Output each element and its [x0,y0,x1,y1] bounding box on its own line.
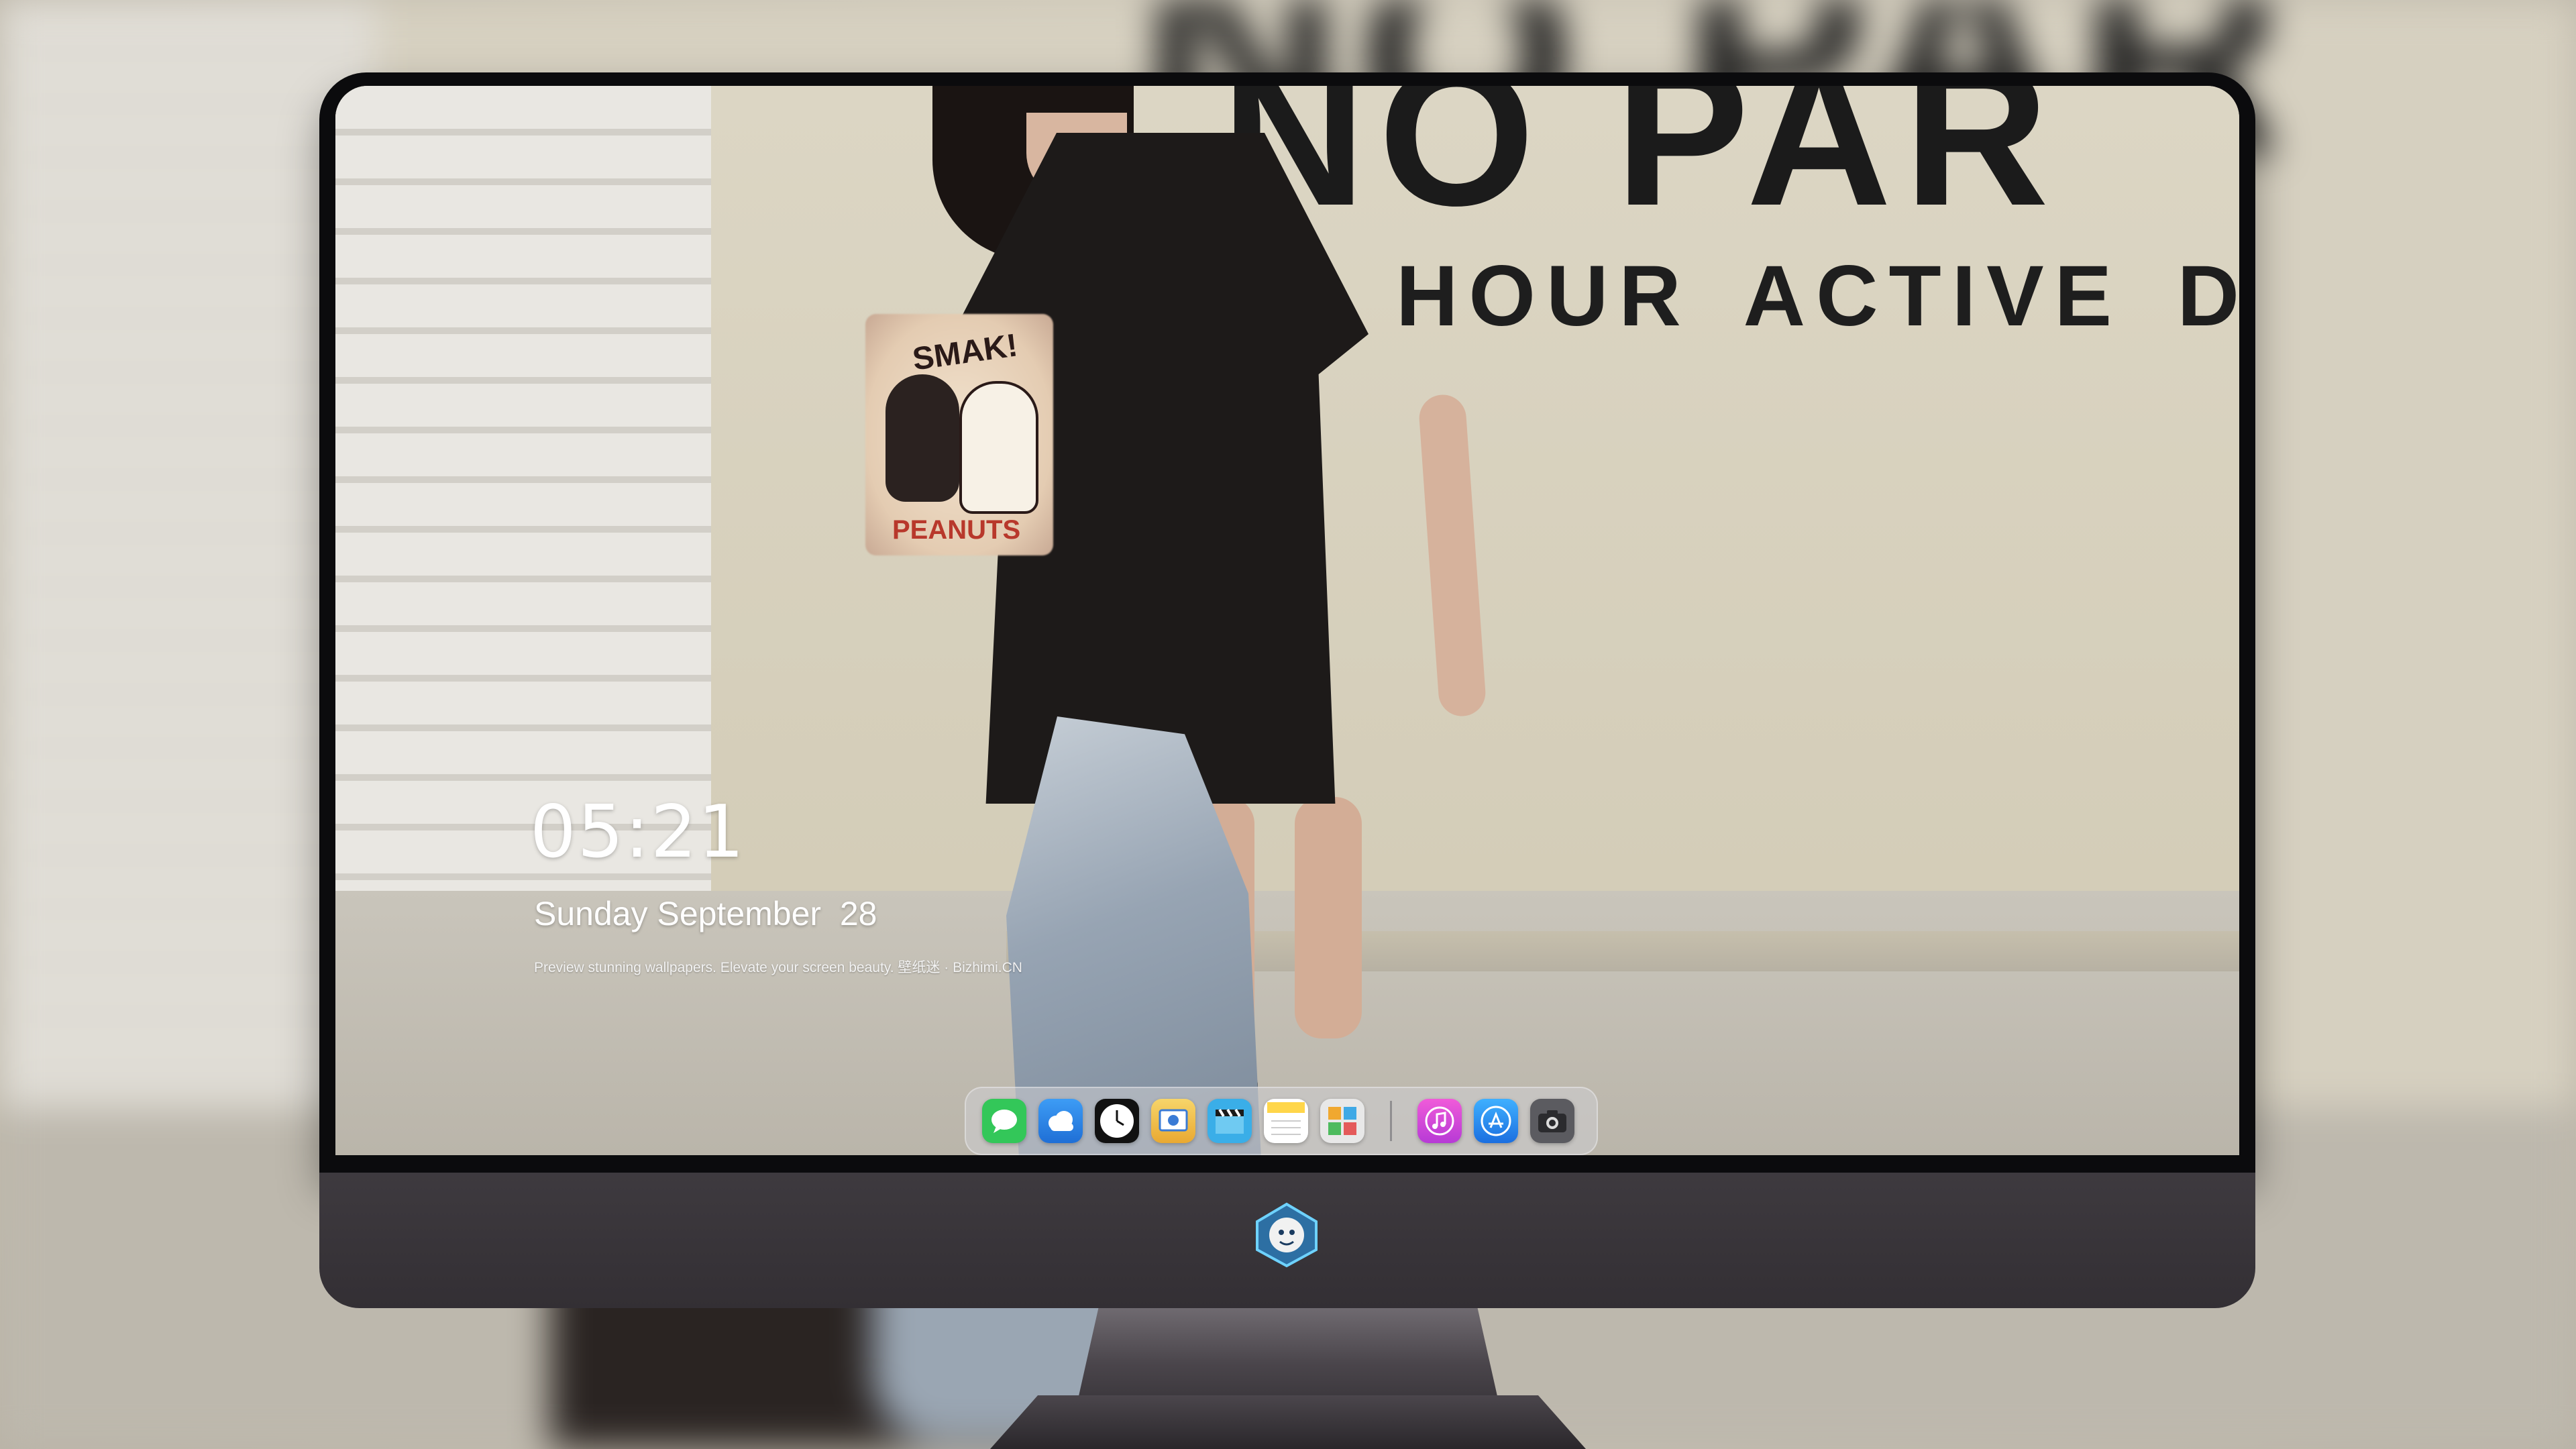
screenshot-icon[interactable] [1530,1099,1574,1143]
monitor-stand-neck [1077,1308,1499,1402]
monitor-bezel: NO PAR 24 HOUR ACTIVE DRI SMAK! PEANUTS … [319,72,2255,1173]
messages-icon[interactable] [982,1099,1026,1143]
figure-right-arm [1417,393,1487,718]
lock-screen-date: Sunday September 28 [534,895,877,932]
photo-booth-icon[interactable] [1320,1099,1364,1143]
shirt-graphic-character-lucy [885,374,959,502]
shirt-graphic-character-snoopy [959,381,1038,514]
wallpaper-garage-door [335,86,711,891]
preview-icon[interactable] [1151,1099,1195,1143]
app-store-icon[interactable] [1474,1099,1518,1143]
weather-icon[interactable] [1038,1099,1083,1143]
monitor-stand-base [990,1395,1586,1449]
mascot-logo-icon [1253,1201,1320,1269]
figure-right-leg [1295,797,1362,1038]
notes-icon[interactable] [1264,1099,1308,1143]
lock-screen[interactable]: NO PAR 24 HOUR ACTIVE DRI SMAK! PEANUTS … [335,86,2239,1155]
dock [965,1087,1598,1155]
dock-separator [1390,1101,1392,1141]
wallpaper-caption: Preview stunning wallpapers. Elevate you… [534,960,1022,975]
music-icon[interactable] [1417,1099,1462,1143]
shirt-graphic-peanuts-text: PEANUTS [892,515,1021,545]
monitor: NO PAR 24 HOUR ACTIVE DRI SMAK! PEANUTS … [319,72,2255,1308]
clapperboard-icon[interactable] [1208,1099,1252,1143]
lock-screen-time: 05:21 [530,790,746,874]
clock-icon[interactable] [1095,1099,1139,1143]
